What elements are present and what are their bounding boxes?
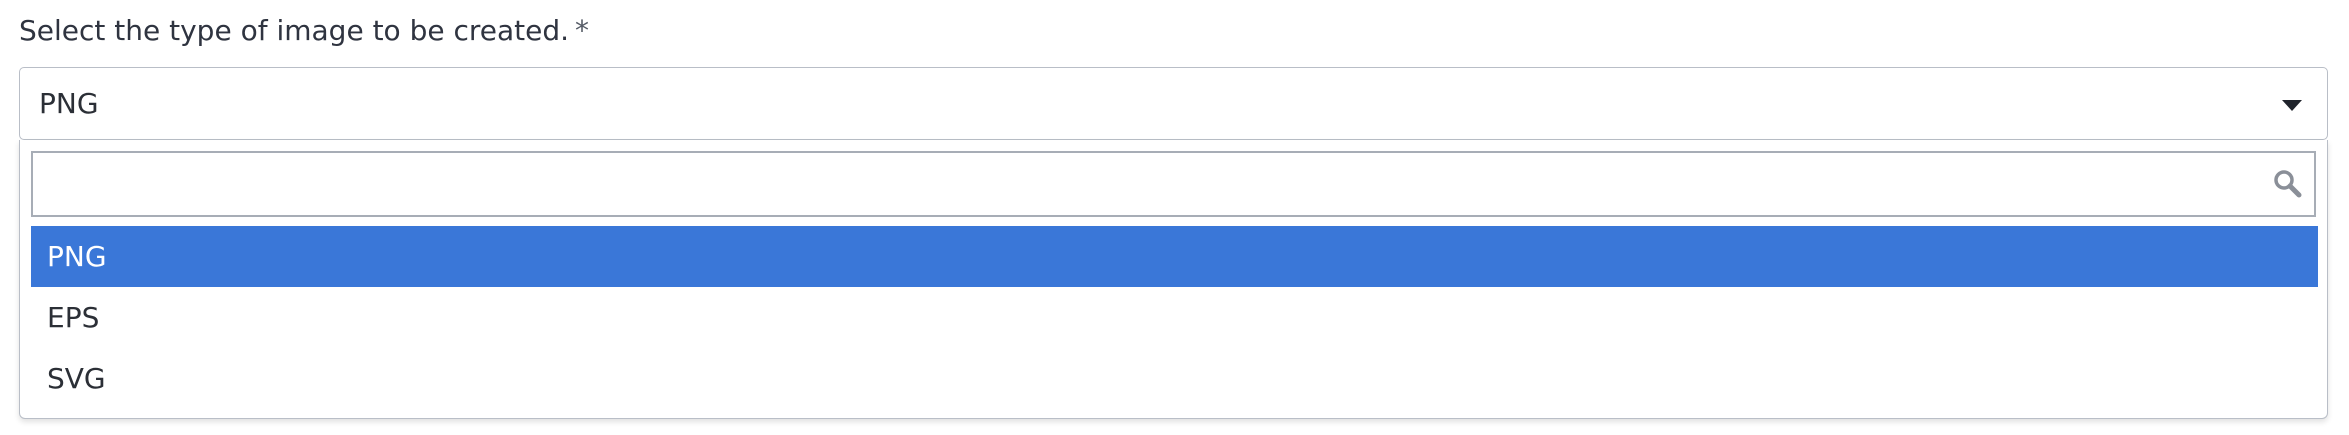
option-svg[interactable]: SVG	[31, 348, 2318, 409]
option-png[interactable]: PNG	[31, 226, 2318, 287]
caret-down-icon[interactable]	[2282, 100, 2302, 111]
options-list: PNG EPS SVG	[31, 226, 2318, 409]
select-dropdown-panel: PNG EPS SVG	[19, 140, 2328, 419]
option-eps[interactable]: EPS	[31, 287, 2318, 348]
field-label-text: Select the type of image to be created.	[19, 14, 570, 47]
search-icon	[2274, 170, 2302, 198]
required-marker: *	[575, 14, 590, 47]
field-label: Select the type of image to be created. *	[19, 11, 589, 51]
image-type-select[interactable]: PNG	[19, 67, 2328, 140]
search-field[interactable]	[31, 151, 2316, 217]
select-current-value: PNG	[39, 87, 99, 120]
search-input[interactable]	[33, 153, 2263, 215]
